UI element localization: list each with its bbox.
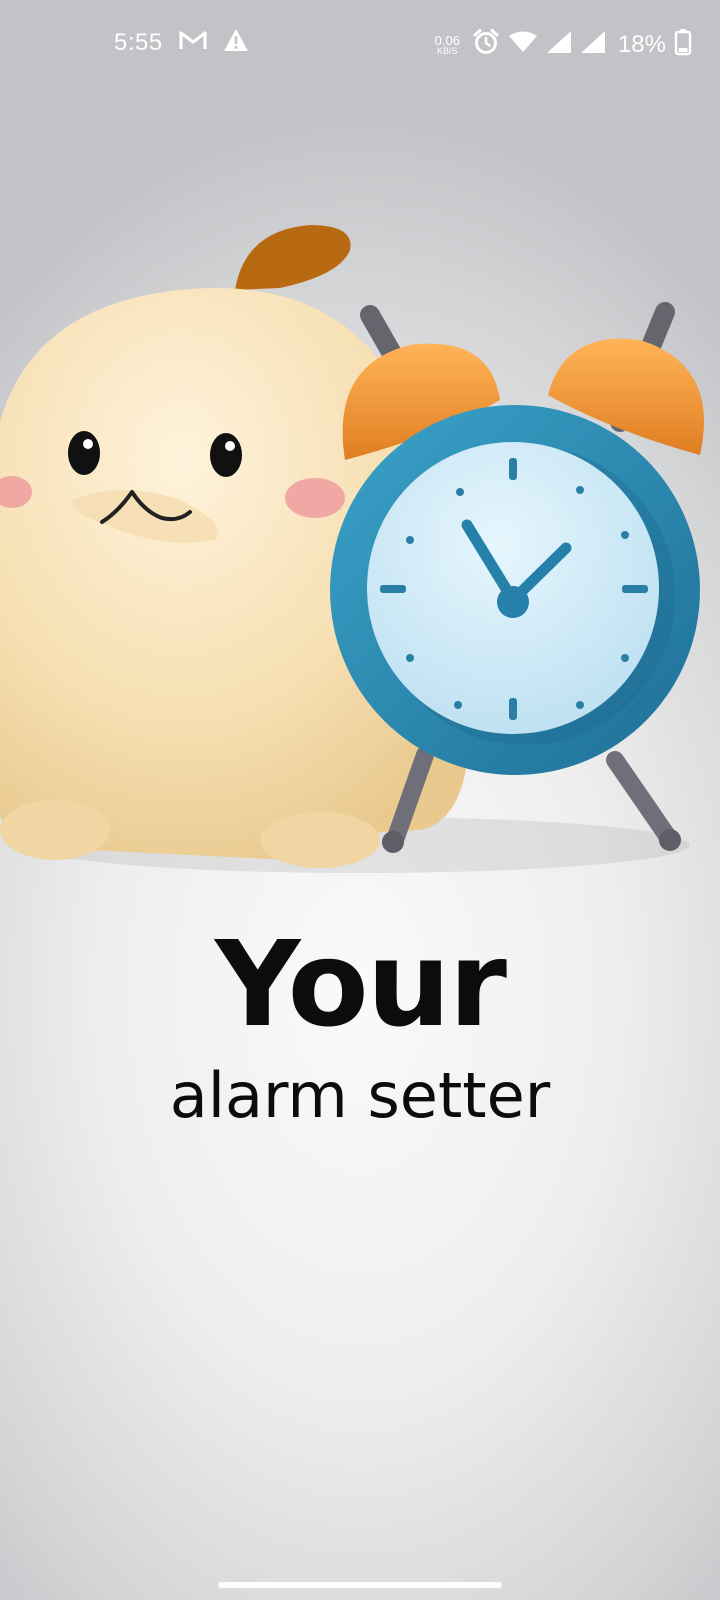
hero-illustration	[0, 200, 720, 920]
signal-icon	[546, 30, 572, 59]
status-bar: 5:55 0.06 KB/S 18%	[0, 0, 720, 92]
network-speed: 0.06 KB/S	[435, 34, 460, 56]
welcome-headline: Your alarm setter	[0, 925, 720, 1127]
wifi-icon	[508, 30, 538, 59]
warning-icon	[223, 28, 249, 57]
status-time: 5:55	[114, 28, 163, 56]
signal-icon	[580, 30, 606, 59]
headline-subtitle: alarm setter	[169, 1059, 551, 1132]
network-speed-unit: KB/S	[437, 45, 458, 56]
headline-title: Your	[215, 915, 507, 1053]
battery-icon	[674, 28, 692, 61]
home-indicator[interactable]	[218, 1582, 502, 1588]
gmail-icon	[179, 29, 207, 56]
network-speed-value: 0.06	[434, 32, 460, 48]
status-bar-left: 5:55	[114, 28, 249, 57]
status-bar-right: 0.06 KB/S 18%	[435, 28, 692, 61]
alarm-icon	[472, 28, 500, 61]
battery-percent: 18%	[617, 30, 666, 58]
